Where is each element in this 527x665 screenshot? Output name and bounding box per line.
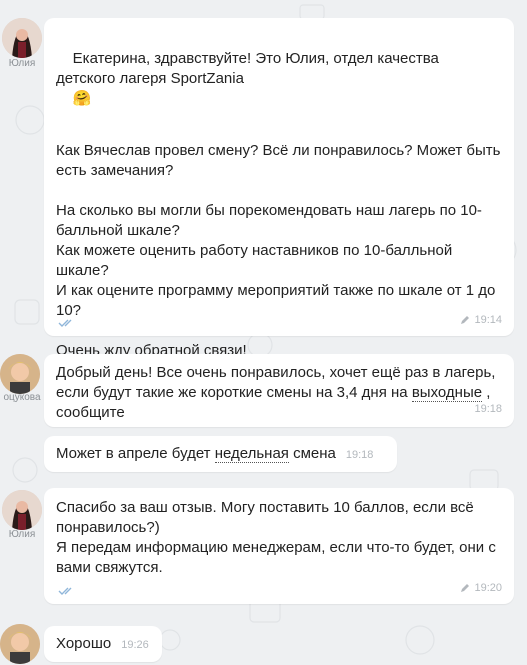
- message-time: 19:26: [121, 639, 149, 651]
- message-time: 19:18: [345, 449, 374, 461]
- message-text: Екатерина, здравствуйте! Это Юлия, отдел…: [56, 50, 444, 87]
- avatar-parent[interactable]: [0, 354, 40, 394]
- message-bubble: Хорошо 19:26: [44, 626, 162, 662]
- message-text: смена: [288, 445, 336, 462]
- message-time: 19:14: [474, 314, 502, 326]
- message-text: Хорошо: [56, 635, 112, 652]
- message-bubble: Добрый день! Все очень понравилось, хоче…: [44, 354, 514, 427]
- avatar-parent[interactable]: [0, 624, 40, 664]
- message-highlighted-word[interactable]: выходные: [411, 384, 483, 402]
- message-highlighted-word[interactable]: недельная: [214, 445, 289, 463]
- hugging-emoji-icon: 🤗: [72, 90, 92, 107]
- message-time: 19:18: [474, 403, 502, 415]
- message-text: Как Вячеслав провел смену? Всё ли понрав…: [56, 142, 501, 359]
- avatar-yulia[interactable]: [2, 490, 42, 530]
- pencil-edited-icon: [461, 316, 470, 324]
- message-text: Может в апреле будет: [56, 445, 215, 462]
- sender-name: Юлия: [8, 529, 36, 540]
- sender-name: оцукова: [3, 392, 41, 403]
- message-bubble: Может в апреле будет недельная смена 19:1…: [44, 436, 397, 472]
- read-receipt-icon: [58, 319, 72, 327]
- message-text: Спасибо за ваш отзыв. Могу поставить 10 …: [56, 499, 496, 576]
- message-time: 19:20: [474, 582, 502, 594]
- message-bubble: Екатерина, здравствуйте! Это Юлия, отдел…: [44, 18, 514, 359]
- avatar-yulia[interactable]: [2, 18, 42, 58]
- pencil-edited-icon: [461, 584, 470, 592]
- sender-name: Юлия: [8, 58, 36, 69]
- message-bubble: Спасибо за ваш отзыв. Могу поставить 10 …: [44, 488, 514, 604]
- read-receipt-icon: [58, 587, 72, 595]
